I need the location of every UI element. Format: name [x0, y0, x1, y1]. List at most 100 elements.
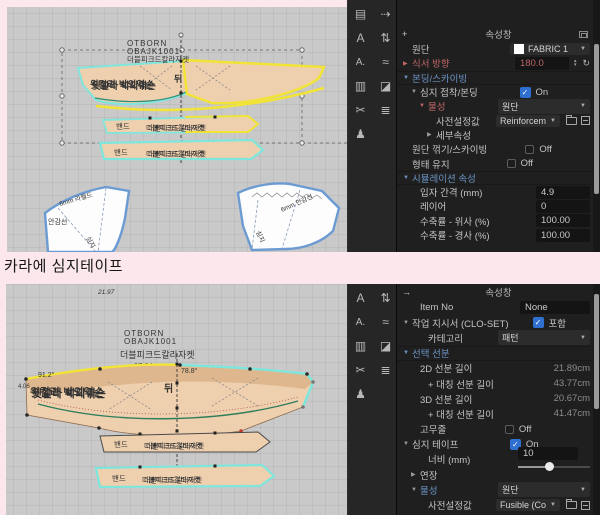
row-label: 입자 간격 (mm) [420, 185, 482, 199]
shirring-icon[interactable]: ≈ [373, 310, 398, 334]
annotation-text-icon[interactable]: A. [348, 50, 373, 74]
avatar-icon[interactable]: ♟ [348, 382, 373, 406]
dock-arrow-icon[interactable]: → [402, 287, 411, 297]
row-label: 형태 유지 [412, 157, 450, 171]
quilt-layers-icon[interactable]: ≣ [373, 98, 398, 122]
caret-down-icon[interactable] [403, 175, 412, 181]
row-label: 심지 접착/본딩 [420, 85, 478, 99]
panel-scrollbar[interactable] [593, 0, 600, 252]
slider-knob[interactable] [545, 462, 554, 471]
float-length-text: 21.97 [97, 289, 115, 296]
checkbox-on[interactable] [520, 87, 531, 98]
top-section: OTBORN OBAJK1001 더블피크드칼라자켓 윗칼라 박외엮슨 윗칼라 … [0, 0, 600, 252]
shirring-icon[interactable]: ≈ [373, 50, 398, 74]
stitch-spacing-icon[interactable]: ⇅ [373, 286, 398, 310]
caret-right-icon[interactable] [427, 131, 436, 138]
style-no-text: OBAJK1001 [124, 337, 177, 346]
add-tab-icon[interactable]: + [402, 29, 407, 39]
checkbox-off[interactable] [525, 145, 534, 154]
stitch-spacing-icon[interactable]: ⇅ [373, 26, 398, 50]
knife-icon[interactable]: ✂ [348, 98, 373, 122]
sewing-direction-icon[interactable]: ⇢ [373, 2, 398, 26]
caret-down-icon[interactable] [411, 487, 420, 493]
preset-dropdown[interactable]: Reinforcement ( [496, 115, 560, 127]
seam-allowance-icon[interactable]: ▥ [348, 74, 373, 98]
row-label: 원단 꺾기/스카이빙 [412, 142, 487, 156]
open-folder-icon[interactable] [566, 117, 577, 125]
row-particle-distance: 입자 간격 (mm) 4.9 [397, 185, 600, 199]
stepper-icon[interactable] [573, 59, 577, 67]
row-section-selected-segment: 선택 선분 [397, 346, 600, 361]
caret-down-icon[interactable] [403, 441, 412, 447]
caret-down-icon[interactable] [403, 350, 412, 356]
shrink-warp-input[interactable]: 100.00 [536, 229, 590, 242]
grain-angle-input[interactable]: 180.0 [515, 57, 569, 70]
row-label: 물성 [428, 99, 445, 113]
save-icon[interactable] [581, 501, 590, 510]
shrink-weft-input[interactable]: 100.00 [536, 214, 590, 227]
fabric-dropdown[interactable]: FABRIC 1 [510, 43, 590, 55]
caret-down-icon[interactable] [411, 89, 420, 95]
skive-icon[interactable]: ◪ [373, 334, 398, 358]
row-layer: 레이어 0 [397, 199, 600, 213]
row-tape-width: 너비 (mm) 10 [397, 452, 600, 467]
knife-icon[interactable]: ✂ [348, 358, 373, 382]
avatar-icon[interactable]: ♟ [348, 122, 373, 146]
open-folder-icon[interactable] [566, 501, 577, 509]
checkbox-on[interactable] [533, 317, 544, 328]
length-value: 43.77cm [554, 378, 590, 389]
angle-right-text: 78.8° [181, 367, 198, 375]
row-label: Item No [420, 302, 453, 313]
category-dropdown[interactable]: 패턴 [498, 330, 590, 345]
tape-width-slider[interactable] [518, 462, 590, 472]
reset-icon[interactable] [582, 58, 590, 69]
row-label: 세부속성 [436, 128, 471, 142]
caret-down-icon[interactable] [403, 75, 412, 81]
row-shrink-warp: 수축률 - 경사 (%) 100.00 [397, 228, 600, 242]
row-label: 원단 [412, 42, 429, 56]
tape-width-input[interactable]: 10 [518, 447, 578, 460]
checkbox-off[interactable] [505, 425, 514, 434]
row-label: 물성 [420, 483, 437, 497]
caret-down-icon[interactable] [419, 103, 428, 109]
clo-pattern-app: OTBORN OBAJK1001 더블피크드칼라자켓 윗칼라 박외엮슨 윗칼라 … [0, 0, 600, 515]
dock-window-icon[interactable] [579, 31, 588, 38]
row-label: 연장 [420, 468, 437, 482]
caret-down-icon[interactable] [403, 320, 412, 326]
canvas-margin [0, 0, 347, 7]
2d-toolbar-bottom: A ⇅ A. ≈ ▥ ◪ ✂ ≣ ♟ [347, 284, 397, 515]
band-label-text: 밴드 [112, 474, 126, 483]
caret-right-icon[interactable] [411, 471, 420, 478]
layer-input[interactable]: 0 [536, 200, 590, 213]
particle-distance-input[interactable]: 4.9 [536, 186, 590, 199]
row-label: 사전설정값 [436, 114, 480, 128]
panel-title: 속성창 [485, 27, 511, 41]
text-tool-icon[interactable]: A [348, 286, 373, 310]
pattern-canvas-bottom[interactable]: 21.97 OTBORN OBAJK1001 더블피크드칼라자켓 17.84 [0, 284, 347, 515]
band-name-overlap: 더블피크드칼라자켓 [148, 150, 207, 159]
quilt-layers-icon[interactable]: ≣ [373, 358, 398, 382]
checkbox-off[interactable] [507, 159, 516, 168]
seam-allowance-icon[interactable]: ▥ [348, 334, 373, 358]
pattern-canvas-top[interactable]: OTBORN OBAJK1001 더블피크드칼라자켓 윗칼라 박외엮슨 윗칼라 … [0, 0, 347, 252]
panel-scrollbar[interactable] [593, 284, 600, 515]
skive-icon[interactable]: ◪ [373, 74, 398, 98]
material-type-dropdown[interactable]: 원단 [498, 99, 590, 114]
property-panel-top: + 속성창 원단 FABRIC 1 식서 방향 180.0 [397, 0, 600, 252]
annotation-note: 카라에 심지테이프 [4, 258, 123, 275]
row-section-simulation: 시뮬레이션 속성 [397, 171, 600, 185]
row-label: 2D 선분 길이 [420, 361, 472, 375]
item-no-input[interactable]: None [520, 301, 590, 314]
save-icon[interactable] [581, 116, 590, 125]
ruler-icon[interactable]: ▤ [348, 2, 373, 26]
row-label: 식서 방향 [412, 56, 450, 70]
caret-right-icon[interactable] [403, 60, 412, 67]
checkbox-label: On [536, 87, 549, 98]
panel-header: → 속성창 [397, 284, 600, 300]
annotation-text-icon[interactable]: A. [348, 310, 373, 334]
material-type-dropdown[interactable]: 원단 [498, 482, 590, 497]
preset-dropdown[interactable]: Fusible (Commo [496, 499, 560, 511]
text-tool-icon[interactable]: A [348, 26, 373, 50]
panel-header: + 속성창 [397, 26, 600, 42]
angle-left-text: 91.2° [38, 371, 55, 379]
